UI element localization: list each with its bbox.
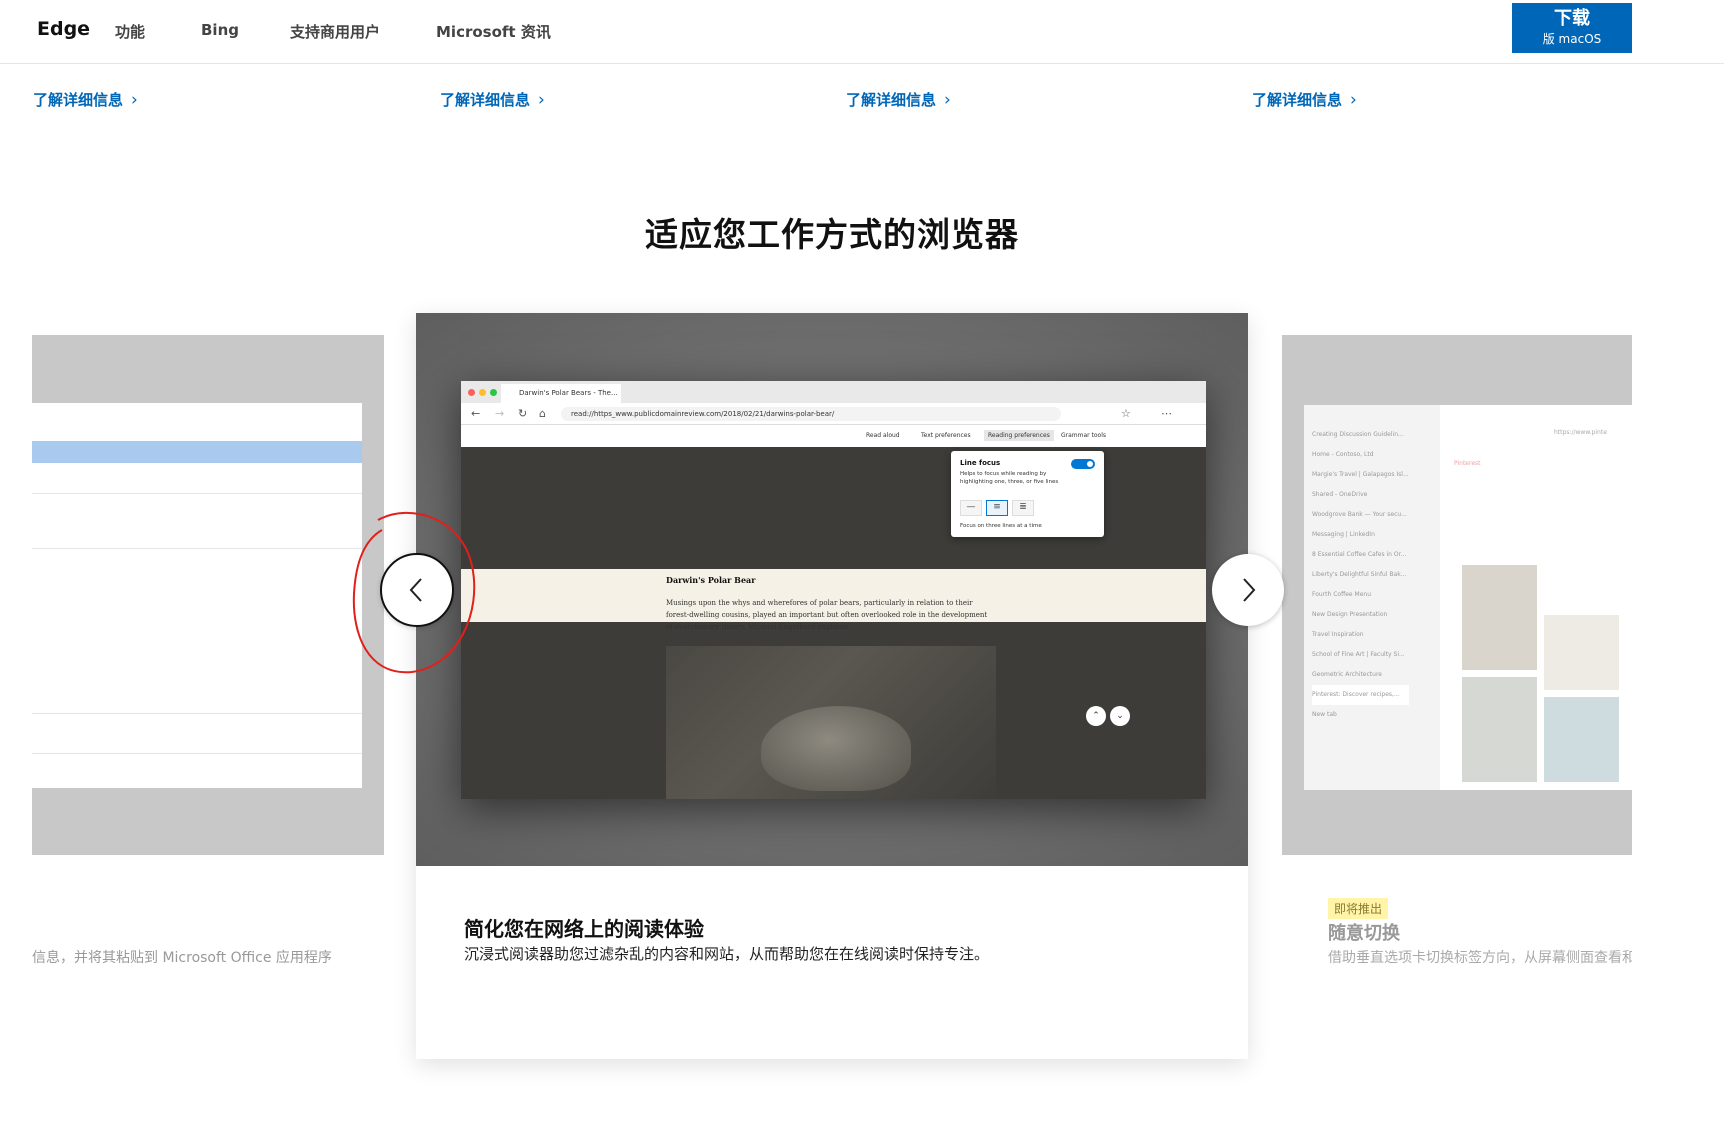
nav-link-bing[interactable]: Bing bbox=[201, 21, 239, 39]
card-desc: 沉浸式阅读器助您过滤杂乱的内容和网站，从而帮助您在在线阅读时保持专注。 bbox=[464, 945, 990, 963]
chevron-right-icon: › bbox=[131, 90, 138, 110]
top-nav: Edge 功能 Bing 支持商用用户 Microsoft 资讯 下载 版 ma… bbox=[0, 0, 1724, 64]
browser-address-bar: ← → ↻ ⌂ read://https_www.publicdomainrev… bbox=[461, 403, 1206, 425]
pin-image bbox=[1544, 697, 1619, 782]
vertical-tab: Margie's Travel | Galapagos Isl... bbox=[1312, 471, 1409, 478]
three-lines-option-icon: ≡ bbox=[986, 500, 1008, 516]
chevron-right-icon: › bbox=[538, 90, 545, 110]
popover-title: Line focus bbox=[960, 459, 1001, 467]
vertical-tab: School of Fine Art | Faculty Si... bbox=[1312, 651, 1405, 658]
pin-image bbox=[1544, 615, 1619, 690]
browser-url: read://https_www.publicdomainreview.com/… bbox=[561, 407, 1061, 421]
reader-toolbar: Read aloud Text preferences Reading pref… bbox=[461, 425, 1206, 447]
nav-link-features[interactable]: 功能 bbox=[115, 21, 145, 42]
learn-more-link-4[interactable]: 了解详细信息 › bbox=[1252, 89, 1357, 110]
popover-desc: Helps to focus while reading by highligh… bbox=[960, 471, 1059, 485]
five-lines-option-icon: ≣ bbox=[1012, 500, 1034, 516]
polar-bear-illustration bbox=[666, 646, 996, 799]
grammar-tools: Grammar tools bbox=[1061, 432, 1107, 439]
vertical-tab: Woodgrove Bank — Your secu... bbox=[1312, 511, 1407, 518]
vertical-tab: Messaging | LinkedIn bbox=[1312, 531, 1375, 538]
download-button[interactable]: 下载 版 macOS bbox=[1512, 3, 1632, 53]
mail-toolbar-mock bbox=[32, 441, 362, 463]
vertical-tab: Fourth Coffee Menu bbox=[1312, 591, 1371, 598]
learn-more-text: 了解详细信息 bbox=[846, 91, 937, 109]
chevron-left-icon bbox=[409, 578, 422, 602]
card-desc-left: 信息，并将其粘贴到 Microsoft Office 应用程序 bbox=[32, 950, 332, 966]
carousel-card-right[interactable]: Creating Discussion Guidelin... Home - C… bbox=[1282, 335, 1632, 1035]
learn-more-link-2[interactable]: 了解详细信息 › bbox=[440, 89, 545, 110]
forward-icon: → bbox=[495, 407, 505, 420]
favorite-icon: ☆ bbox=[1121, 407, 1131, 420]
card-desc-right: 借助垂直选项卡切换标签方向，从屏幕侧面查看和 bbox=[1328, 950, 1632, 966]
learn-more-link-1[interactable]: 了解详细信息 › bbox=[33, 89, 138, 110]
vertical-tab: Geometric Architecture bbox=[1312, 671, 1382, 678]
section-title: 适应您工作方式的浏览器 bbox=[645, 215, 1019, 254]
coming-soon-badge: 即将推出 bbox=[1328, 898, 1389, 919]
browser-tab: Darwin's Polar Bears - The... bbox=[501, 384, 621, 403]
vertical-tab-sidebar: Creating Discussion Guidelin... Home - C… bbox=[1304, 405, 1440, 790]
vertical-tab-list: Creating Discussion Guidelin... Home - C… bbox=[1312, 425, 1409, 725]
download-platform: 版 macOS bbox=[1542, 32, 1602, 46]
learn-more-text: 了解详细信息 bbox=[440, 91, 531, 109]
chevron-right-icon: › bbox=[944, 90, 951, 110]
brand-logo[interactable]: Edge bbox=[37, 18, 90, 40]
pin-image bbox=[1462, 677, 1537, 782]
text-preferences: Text preferences bbox=[921, 432, 971, 439]
more-icon: ⋯ bbox=[1161, 407, 1172, 420]
scroll-down-icon: ⌄ bbox=[1110, 706, 1130, 726]
browser-tab-strip: Darwin's Polar Bears - The... bbox=[461, 381, 1206, 403]
vertical-tab: Liberty's Delightful Sinful Bak... bbox=[1312, 571, 1407, 578]
pinterest-logo: Pinterest bbox=[1454, 460, 1481, 467]
learn-more-text: 了解详细信息 bbox=[33, 91, 124, 109]
vertical-tab-active: Pinterest: Discover recipes,... bbox=[1312, 685, 1409, 705]
polar-bear-shape bbox=[761, 706, 911, 791]
vertical-tabs-window-mock: Creating Discussion Guidelin... Home - C… bbox=[1304, 405, 1632, 790]
article-text: Musings upon the whys and wherefores of … bbox=[666, 599, 988, 631]
popover-footer: Focus on three lines at a time bbox=[960, 523, 1042, 529]
article-title: Darwin's Polar Bear bbox=[666, 575, 756, 585]
line-focus-popover: Line focus Helps to focus while reading … bbox=[951, 451, 1104, 537]
close-dot-icon bbox=[468, 389, 475, 396]
zoom-dot-icon bbox=[490, 389, 497, 396]
carousel-next-button[interactable] bbox=[1212, 554, 1284, 626]
vertical-tab: Home - Contoso, Ltd bbox=[1312, 451, 1374, 458]
vertical-tab: Shared - OneDrive bbox=[1312, 491, 1368, 498]
card-image-left bbox=[32, 335, 384, 855]
mail-window-mock bbox=[32, 403, 362, 788]
back-icon: ← bbox=[471, 407, 481, 420]
carousel-card-active[interactable]: Darwin's Polar Bears - The... ← → ↻ ⌂ re… bbox=[416, 313, 1248, 1059]
card-image-vertical-tabs: Creating Discussion Guidelin... Home - C… bbox=[1282, 335, 1632, 855]
chevron-right-icon bbox=[1243, 578, 1256, 602]
download-label: 下载 bbox=[1554, 8, 1590, 29]
card-title-right: 随意切换 bbox=[1328, 923, 1400, 944]
nav-link-microsoft-news[interactable]: Microsoft 资讯 bbox=[436, 21, 551, 42]
home-icon: ⌂ bbox=[539, 407, 546, 420]
scroll-up-icon: ⌃ bbox=[1086, 706, 1106, 726]
vertical-tab-new: New tab bbox=[1312, 711, 1337, 718]
line-focus-toggle bbox=[1071, 459, 1095, 469]
chevron-right-icon: › bbox=[1350, 90, 1357, 110]
card-image-reading: Darwin's Polar Bears - The... ← → ↻ ⌂ re… bbox=[416, 313, 1248, 866]
vertical-tab: Travel Inspiration bbox=[1312, 631, 1364, 638]
pin-image bbox=[1462, 565, 1537, 670]
carousel-card-left[interactable]: 信息，并将其粘贴到 Microsoft Office 应用程序 bbox=[32, 335, 384, 1035]
refresh-icon: ↻ bbox=[518, 407, 528, 420]
read-aloud: Read aloud bbox=[866, 432, 900, 439]
one-line-option-icon: — bbox=[960, 500, 982, 516]
right-url: https://www.pinte bbox=[1554, 429, 1607, 436]
learn-more-text: 了解详细信息 bbox=[1252, 91, 1343, 109]
card-title: 简化您在网络上的阅读体验 bbox=[464, 917, 704, 941]
vertical-tab: 8 Essential Coffee Cafes in Or... bbox=[1312, 551, 1407, 558]
minimize-dot-icon bbox=[479, 389, 486, 396]
vertical-tab: New Design Presentation bbox=[1312, 611, 1388, 618]
vertical-tab: Creating Discussion Guidelin... bbox=[1312, 431, 1404, 438]
nav-link-business[interactable]: 支持商用用户 bbox=[290, 21, 380, 42]
reading-preferences: Reading preferences bbox=[984, 430, 1054, 441]
carousel-prev-button[interactable] bbox=[380, 553, 454, 627]
learn-more-link-3[interactable]: 了解详细信息 › bbox=[846, 89, 951, 110]
browser-mock: Darwin's Polar Bears - The... ← → ↻ ⌂ re… bbox=[461, 381, 1206, 799]
